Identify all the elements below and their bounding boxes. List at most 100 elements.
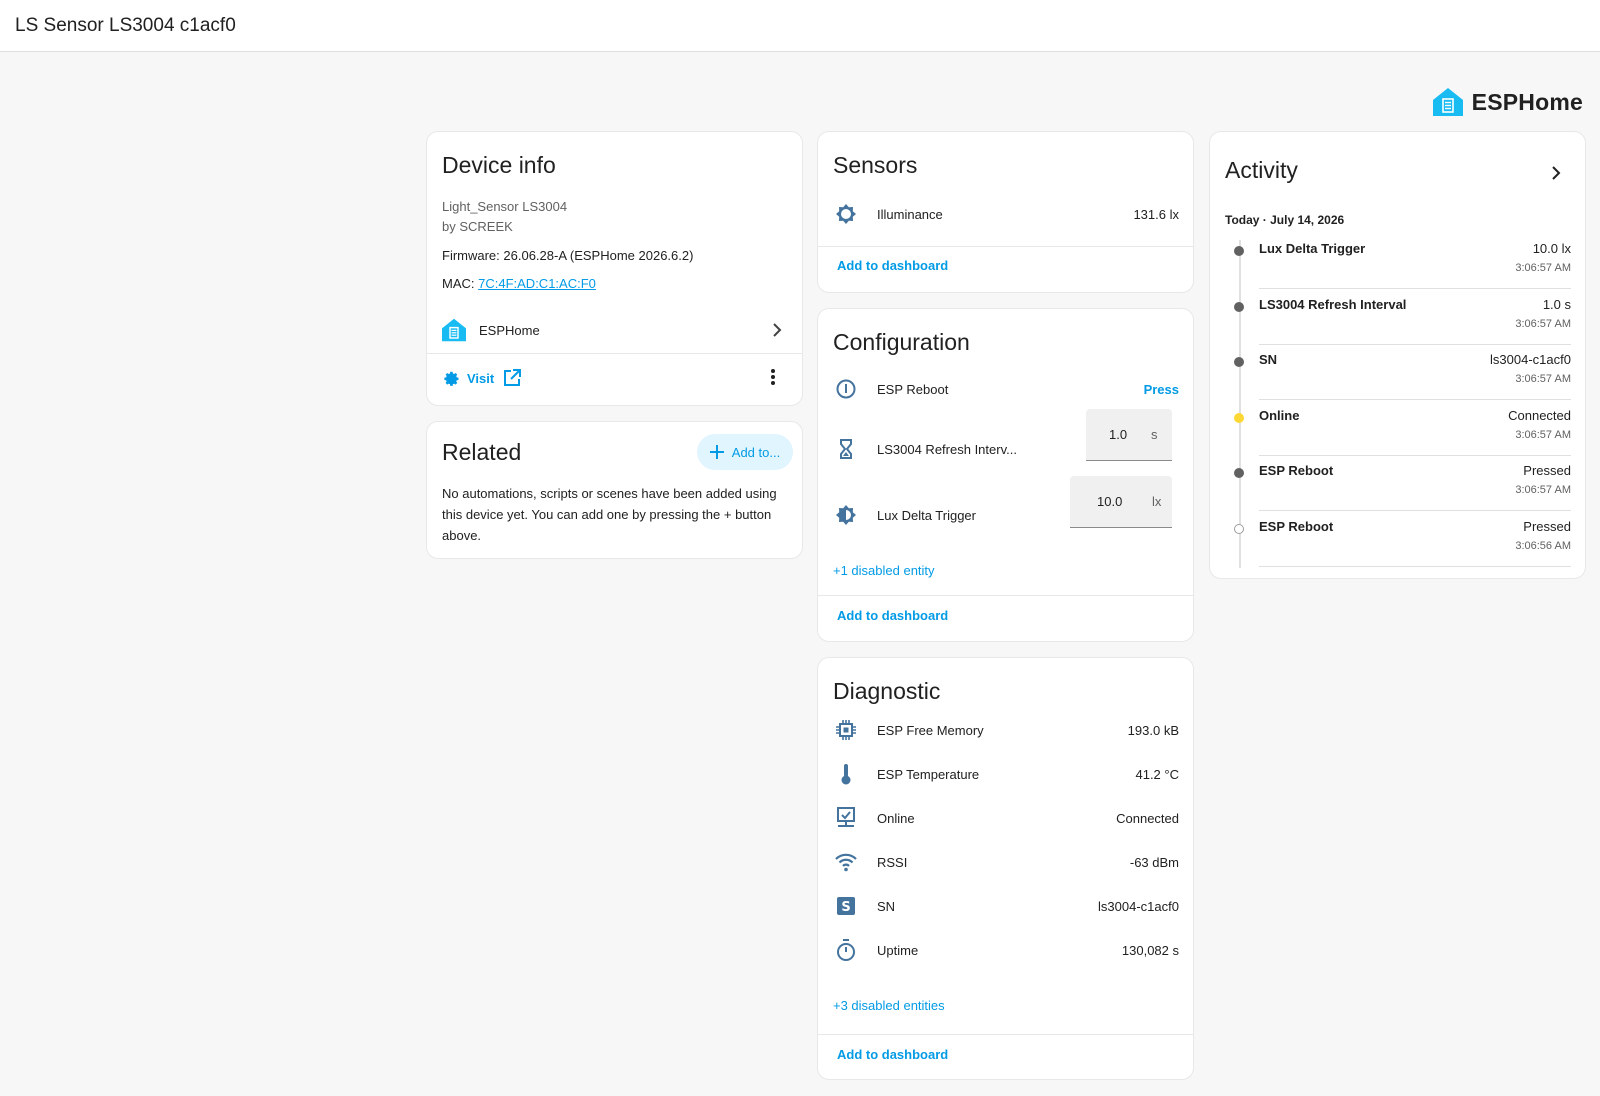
activity-item[interactable]: LS3004 Refresh Interval 1.0 s 3:06:57 AM — [1210, 292, 1585, 348]
esphome-logo-icon — [441, 318, 467, 342]
add-to-dashboard-button[interactable]: Add to dashboard — [837, 258, 948, 273]
add-to-label: Add to... — [731, 444, 781, 460]
timeline-dot — [1234, 523, 1244, 534]
diagnostic-card: Diagnostic ESP Free Memory 193.0 kB ESP … — [817, 657, 1194, 1080]
entity-row-online[interactable]: Online Connected — [818, 798, 1193, 838]
lux-delta-input[interactable]: 10.0 lx — [1070, 476, 1172, 528]
s-badge-icon: S — [834, 894, 858, 918]
chip-icon — [834, 718, 858, 742]
activity-item[interactable]: Lux Delta Trigger 10.0 lx 3:06:57 AM — [1210, 236, 1585, 292]
device-mac: MAC: 7C:4F:AD:C1:AC:F0 — [442, 276, 596, 291]
hourglass-icon — [834, 437, 858, 461]
activity-date: Today · July 14, 2026 — [1225, 213, 1345, 227]
activity-title: Activity — [1225, 157, 1298, 183]
entity-name: Illuminance — [877, 206, 943, 222]
add-to-button[interactable]: Add to... — [697, 434, 793, 470]
entity-row-sn[interactable]: S SN ls3004-c1acf0 — [818, 886, 1193, 926]
timeline-dot — [1234, 246, 1244, 256]
add-to-dashboard-button[interactable]: Add to dashboard — [837, 1047, 948, 1062]
entity-row-esp-free-memory[interactable]: ESP Free Memory 193.0 kB — [818, 710, 1193, 750]
activity-value: Connected — [1508, 407, 1571, 423]
entity-row-rssi[interactable]: RSSI -63 dBm — [818, 842, 1193, 882]
divider — [1259, 510, 1571, 511]
esphome-brand-text: ESPHome — [1471, 88, 1583, 115]
activity-time: 3:06:57 AM — [1515, 317, 1571, 330]
entity-name: SN — [877, 898, 896, 914]
plus-icon — [709, 445, 724, 459]
brightness-icon — [834, 202, 858, 226]
entity-value: 41.2 °C — [1135, 766, 1179, 782]
configuration-title: Configuration — [833, 329, 970, 355]
activity-item[interactable]: Online Connected 3:06:57 AM — [1210, 403, 1585, 459]
activity-value: ls3004-c1acf0 — [1490, 352, 1571, 367]
entity-value: 130,082 s — [1121, 942, 1179, 958]
chevron-right-icon — [772, 323, 782, 337]
entity-value: Connected — [1116, 810, 1179, 826]
activity-time: 3:06:57 AM — [1515, 484, 1571, 496]
entity-value: -63 dBm — [1129, 854, 1179, 870]
entity-row-esp-reboot: ESP Reboot Press — [818, 369, 1193, 409]
activity-card: Activity Today · July 14, 2026 Lux Delta… — [1209, 131, 1586, 579]
input-unit: s — [1151, 427, 1158, 442]
related-empty-text: No automations, scripts or scenes have b… — [442, 486, 777, 543]
entity-row-illuminance[interactable]: Illuminance 131.6 lx — [818, 194, 1193, 234]
more-vert-icon[interactable] — [770, 368, 776, 386]
entity-row-uptime[interactable]: Uptime 130,082 s — [818, 930, 1193, 970]
timer-icon — [834, 938, 858, 962]
info-icon — [834, 377, 858, 401]
integration-row[interactable]: ESPHome — [427, 308, 802, 352]
press-button[interactable]: Press — [1144, 382, 1179, 397]
timeline-dot — [1234, 468, 1244, 478]
activity-item[interactable]: SN ls3004-c1acf0 3:06:57 AM — [1210, 347, 1585, 403]
activity-time: 3:06:57 AM — [1515, 262, 1571, 274]
device-info-title: Device info — [442, 152, 556, 178]
sensors-title: Sensors — [833, 152, 918, 178]
disabled-entities-link[interactable]: +3 disabled entities — [833, 998, 945, 1013]
entity-value: 131.6 lx — [1133, 206, 1179, 222]
esphome-brand: ESPHome — [1432, 87, 1583, 117]
activity-entity-name: ESP Reboot — [1259, 463, 1334, 478]
visit-button[interactable]: Visit — [441, 363, 522, 393]
chevron-right-icon[interactable] — [1551, 166, 1561, 180]
entity-value: ls3004-c1acf0 — [1098, 898, 1179, 914]
divider — [427, 353, 802, 354]
timeline-dot — [1234, 357, 1244, 367]
refresh-interval-input[interactable]: 1.0 s — [1086, 409, 1172, 461]
divider — [818, 246, 1193, 247]
mac-link[interactable]: 7C:4F:AD:C1:AC:F0 — [478, 276, 596, 291]
disabled-entities-link[interactable]: +1 disabled entity — [833, 563, 935, 578]
activity-entity-name: ESP Reboot — [1259, 518, 1334, 534]
mac-label: MAC: — [442, 276, 479, 291]
configuration-card: Configuration ESP Reboot Press LS3004 Re… — [817, 308, 1194, 642]
device-firmware: Firmware: 26.06.28-A (ESPHome 2026.6.2) — [442, 248, 694, 263]
divider — [1259, 454, 1571, 456]
entity-name: Uptime — [877, 942, 919, 958]
input-value: 1.0 — [1109, 427, 1128, 442]
activity-value: 10.0 lx — [1532, 241, 1571, 256]
top-bar: LS Sensor LS3004 c1acf0 — [0, 0, 1600, 52]
activity-item[interactable]: ESP Reboot Pressed 3:06:56 AM — [1210, 514, 1585, 570]
timeline-dot — [1234, 412, 1244, 423]
entity-row-esp-temperature[interactable]: ESP Temperature 41.2 °C — [818, 754, 1193, 794]
divider — [1259, 399, 1571, 400]
activity-entity-name: SN — [1259, 352, 1278, 367]
activity-entity-name: Online — [1259, 407, 1300, 423]
entity-name: ESP Reboot — [877, 381, 949, 397]
related-title: Related — [442, 439, 522, 465]
activity-time: 3:06:56 AM — [1515, 539, 1571, 552]
entity-value: 193.0 kB — [1127, 722, 1179, 738]
visit-label: Visit — [467, 370, 495, 386]
add-to-dashboard-button[interactable]: Add to dashboard — [837, 608, 948, 623]
wifi-icon — [834, 850, 858, 874]
diagnostic-title: Diagnostic — [833, 678, 941, 704]
sensors-card: Sensors Illuminance 131.6 lx Add to dash… — [817, 131, 1194, 293]
integration-name: ESPHome — [479, 322, 540, 338]
activity-item[interactable]: ESP Reboot Pressed 3:06:57 AM — [1210, 458, 1585, 514]
entity-name: ESP Free Memory — [877, 722, 984, 738]
device-manufacturer: by SCREEK — [442, 219, 513, 234]
entity-name: RSSI — [877, 854, 908, 870]
activity-value: 1.0 s — [1542, 296, 1571, 312]
brightness-icon — [834, 503, 858, 527]
monitor-check-icon — [834, 806, 858, 830]
divider — [818, 595, 1193, 596]
